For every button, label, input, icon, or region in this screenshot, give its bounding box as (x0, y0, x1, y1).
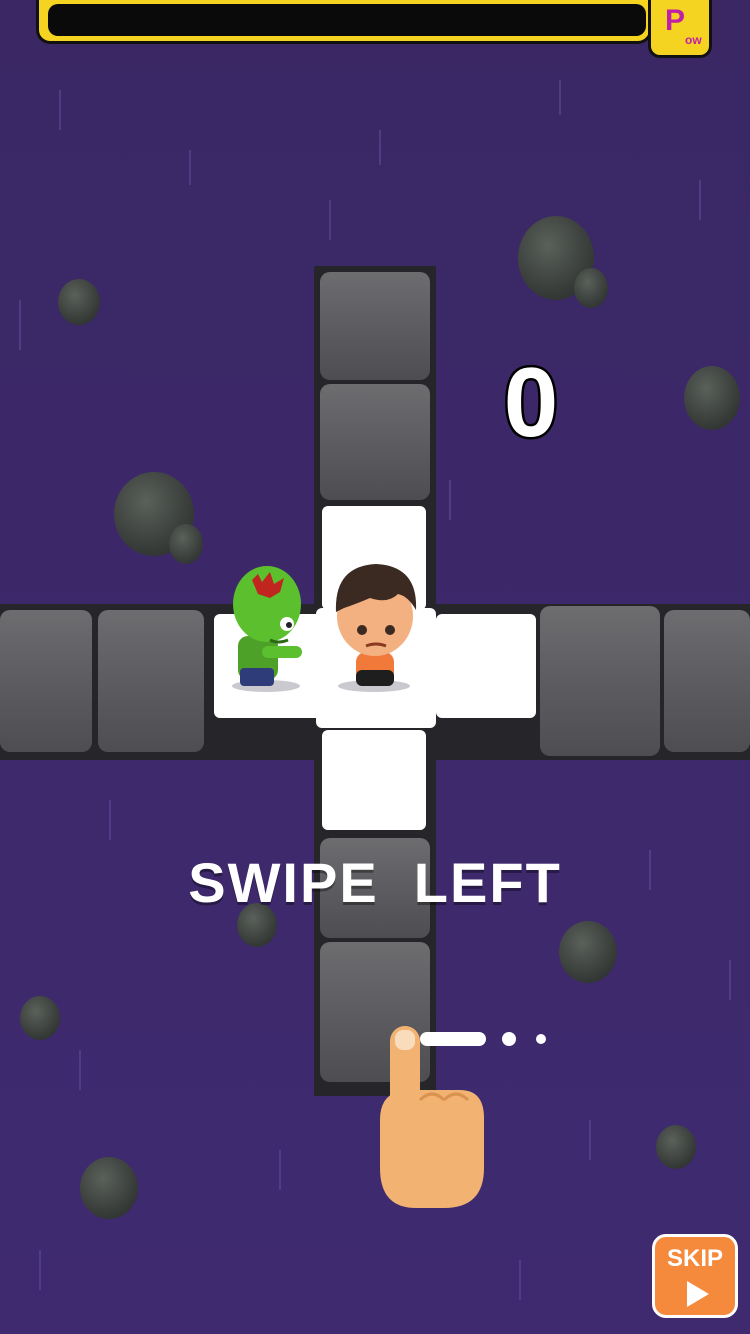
tutorial-page-indicator (420, 1030, 560, 1050)
pow-logo: P ow (665, 4, 705, 47)
pow-badge: P ow (648, 0, 712, 58)
score-value: 0 (504, 352, 559, 450)
pow-meter-track (36, 0, 652, 44)
boulder-icon (80, 1157, 138, 1219)
boulder-icon (574, 268, 608, 308)
pow-meter-fill (48, 4, 646, 36)
skip-button[interactable]: SKIP (652, 1234, 738, 1318)
boulder-icon (20, 996, 60, 1040)
page-indicator-active (420, 1032, 486, 1046)
play-triangle-icon (687, 1281, 709, 1307)
boulder-icon (684, 366, 740, 430)
page-indicator-dot (502, 1032, 516, 1046)
tutorial-instruction: SWIPE LEFT (188, 851, 562, 914)
pow-meter: P ow (36, 0, 712, 58)
boulder-icon (559, 921, 617, 983)
skip-label: SKIP (666, 1245, 723, 1272)
page-indicator-dot (536, 1034, 546, 1044)
pow-logo-letter: P (665, 4, 686, 37)
pow-logo-suffix: ow (685, 33, 702, 47)
highlight-tile-right (436, 614, 536, 718)
game-scene[interactable] (0, 0, 750, 1334)
boulder-icon (58, 279, 100, 325)
score-display: 0 (501, 352, 561, 450)
boulder-icon (656, 1125, 696, 1169)
boulder-icon (169, 524, 203, 564)
highlight-tile-down (322, 730, 426, 830)
